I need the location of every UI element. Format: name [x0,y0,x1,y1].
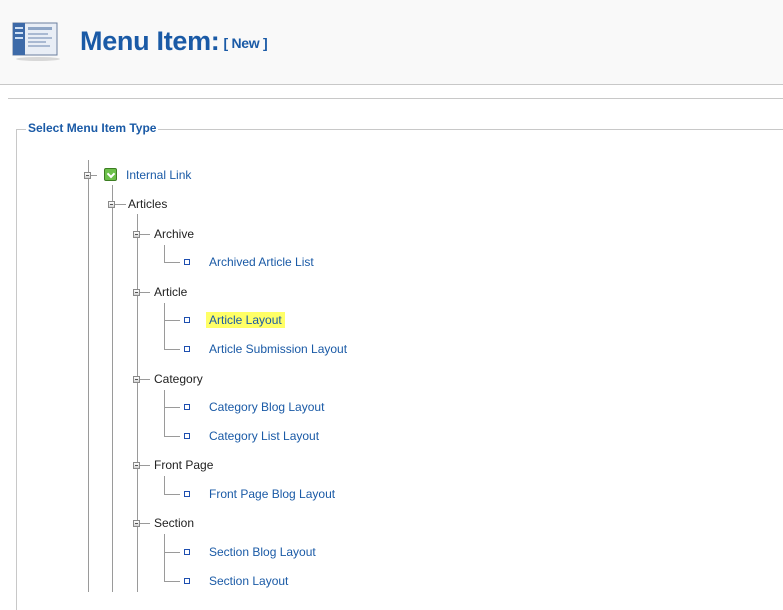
highlighted-item-label: Article Layout [206,312,285,328]
tree-item-article-submission-layout[interactable]: Article Submission Layout [209,342,347,356]
leaf-bullet-icon [184,259,190,265]
leaf-bullet-icon [184,578,190,584]
tree-item-article-layout[interactable]: Article Layout [206,312,285,328]
menu-item-icon [12,22,60,61]
page-header: Menu Item:[ New ] [0,0,783,85]
tree-item-front-page-blog-layout[interactable]: Front Page Blog Layout [209,487,335,501]
page-title-tag: [ New ] [223,35,268,51]
collapse-category-toggle-icon[interactable] [133,376,140,383]
leaf-bullet-icon [184,317,190,323]
tree-node-archive: Archive [154,227,195,241]
collapse-section-toggle-icon[interactable] [133,520,140,527]
tree-item-category-blog-layout[interactable]: Category Blog Layout [209,400,324,414]
leaf-bullet-icon [184,549,190,555]
tree-node-front-page: Front Page [154,458,214,472]
tree-item-category-list-layout[interactable]: Category List Layout [209,429,319,443]
tree-item-section-blog-layout[interactable]: Section Blog Layout [209,545,316,559]
header-separator [8,98,783,99]
collapse-articles-toggle-icon[interactable] [108,201,115,208]
leaf-bullet-icon [184,346,190,352]
tree-node-section: Section [154,516,195,530]
page-title: Menu Item:[ New ] [80,26,268,57]
tree-node-articles: Articles [128,197,168,211]
collapse-root-toggle-icon[interactable] [84,172,91,179]
tree-node-article: Article [154,285,188,299]
tree-node-category: Category [154,372,203,386]
collapse-article-toggle-icon[interactable] [133,289,140,296]
tree-item-section-layout[interactable]: Section Layout [209,574,288,588]
leaf-bullet-icon [184,433,190,439]
leaf-bullet-icon [184,404,190,410]
collapse-archive-toggle-icon[interactable] [133,231,140,238]
internal-link-icon [104,168,117,181]
page-title-text: Menu Item: [80,26,220,56]
leaf-bullet-icon [184,491,190,497]
fieldset-legend: Select Menu Item Type [26,121,159,135]
collapse-front-page-toggle-icon[interactable] [133,462,140,469]
tree-node-internal-link[interactable]: Internal Link [126,168,191,182]
tree-item-archived-article-list[interactable]: Archived Article List [209,255,314,269]
